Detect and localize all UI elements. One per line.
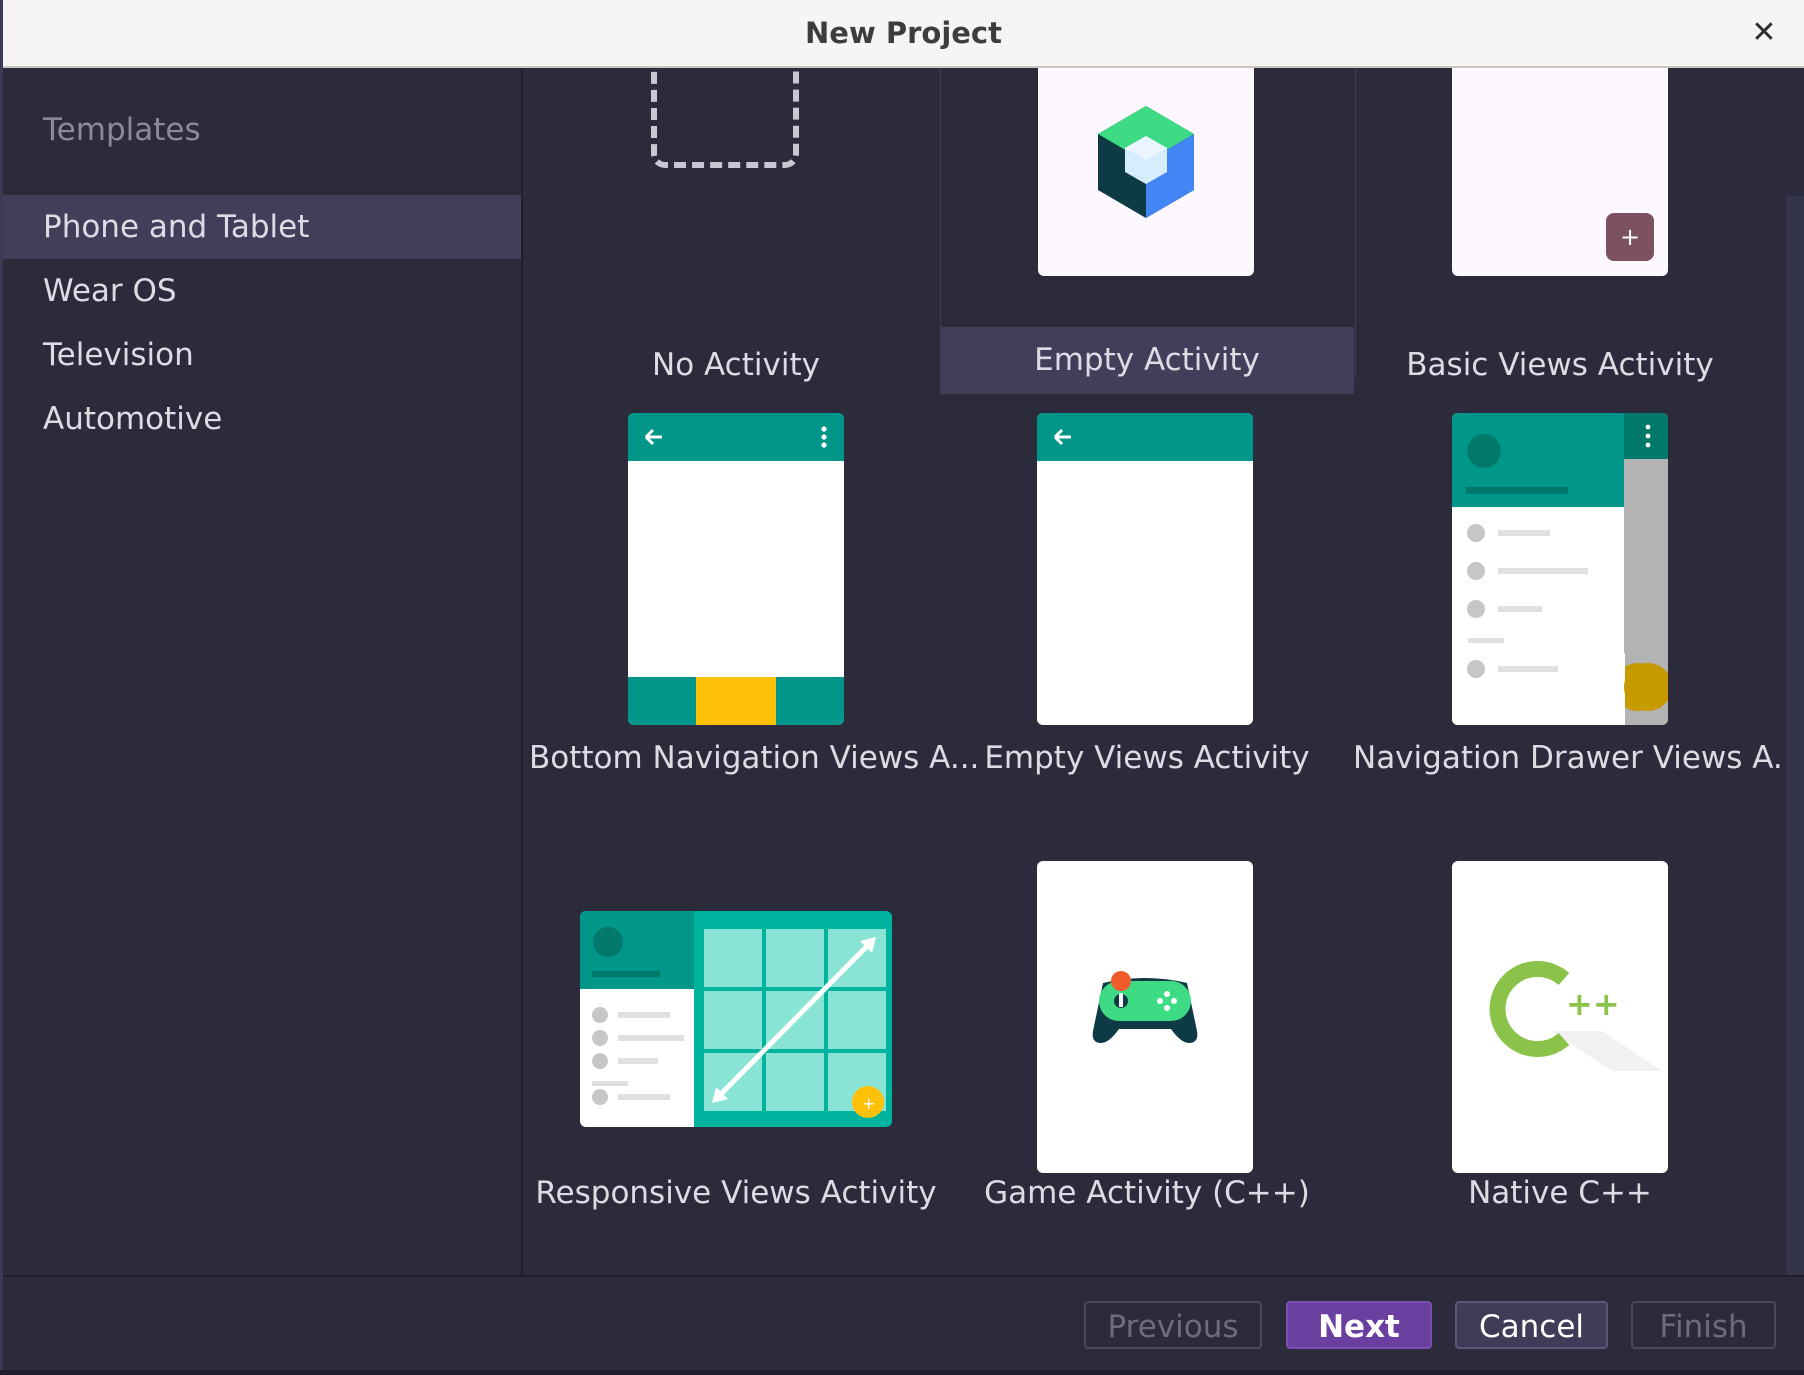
sidebar-header: Templates: [43, 112, 201, 148]
fab-button-icon: [1624, 663, 1668, 711]
template-game-activity-cpp[interactable]: Game Activity (C++): [940, 861, 1354, 1275]
sidebar-item-television[interactable]: Television: [3, 323, 521, 387]
cpp-logo-icon: [1489, 961, 1662, 1071]
bottom-navigation-thumbnail: [628, 413, 844, 725]
gamepad-icon: [1092, 971, 1198, 1043]
responsive-views-thumbnail: +: [580, 911, 892, 1127]
navigation-drawer-thumbnail: +: [1452, 413, 1668, 725]
template-label: Empty Views Activity: [984, 740, 1310, 776]
template-label: Bottom Navigation Views A...: [529, 740, 980, 776]
template-bottom-navigation-views-activity[interactable]: Bottom Navigation Views A...: [529, 413, 980, 861]
svg-text:+: +: [862, 1094, 875, 1113]
template-empty-activity[interactable]: Empty Activity: [940, 68, 1356, 394]
template-basic-views-activity[interactable]: + Basic Views Activity: [1353, 68, 1767, 466]
template-label: Basic Views Activity: [1406, 347, 1714, 383]
template-native-cpp[interactable]: ++ Native C++: [1353, 861, 1767, 1275]
template-label: Native C++: [1468, 1175, 1652, 1211]
sidebar-item-phone-and-tablet[interactable]: Phone and Tablet: [3, 195, 521, 259]
empty-views-thumbnail: [1037, 413, 1253, 725]
sidebar-item-automotive[interactable]: Automotive: [3, 387, 521, 451]
dialog-footer: Previous Next Cancel Finish: [3, 1275, 1804, 1370]
jetpack-compose-icon: [1098, 106, 1194, 218]
sidebar-item-wear-os[interactable]: Wear OS: [3, 259, 521, 323]
finish-button[interactable]: Finish: [1631, 1301, 1776, 1349]
close-icon[interactable]: ✕: [1744, 13, 1784, 53]
native-cpp-thumbnail: ++: [1452, 861, 1668, 1173]
template-navigation-drawer-views-activity[interactable]: + Navigation Drawer Views A...: [1353, 413, 1803, 861]
template-category-sidebar: Templates Phone and Tablet Wear OS Telev…: [3, 68, 523, 1275]
template-label: No Activity: [652, 347, 820, 383]
template-label: Game Activity (C++): [984, 1175, 1310, 1211]
window-bottom-edge: [0, 1370, 1804, 1375]
template-gallery: No Activity Empty Activity + Basic Views…: [525, 68, 1804, 1275]
cpp-logo-text: ++: [1566, 985, 1620, 1023]
gallery-scrollbar[interactable]: [1786, 196, 1804, 1275]
template-label: Empty Activity: [940, 327, 1354, 394]
game-activity-thumbnail: [1037, 861, 1253, 1173]
template-empty-views-activity[interactable]: Empty Views Activity: [940, 413, 1354, 861]
template-responsive-views-activity[interactable]: + Responsive Views Activity: [529, 861, 943, 1275]
window-title: New Project: [805, 16, 1002, 50]
template-label: Responsive Views Activity: [535, 1175, 937, 1211]
previous-button[interactable]: Previous: [1084, 1301, 1262, 1349]
empty-activity-thumbnail: [1038, 68, 1254, 276]
basic-views-thumbnail: +: [1452, 68, 1668, 276]
fab-button-icon: +: [1606, 213, 1654, 261]
template-label: Navigation Drawer Views A...: [1353, 740, 1803, 776]
dashed-placeholder-icon: [651, 68, 799, 168]
title-bar: New Project ✕: [3, 0, 1804, 68]
template-no-activity[interactable]: No Activity: [529, 68, 943, 466]
cancel-button[interactable]: Cancel: [1455, 1301, 1608, 1349]
next-button[interactable]: Next: [1286, 1301, 1432, 1349]
